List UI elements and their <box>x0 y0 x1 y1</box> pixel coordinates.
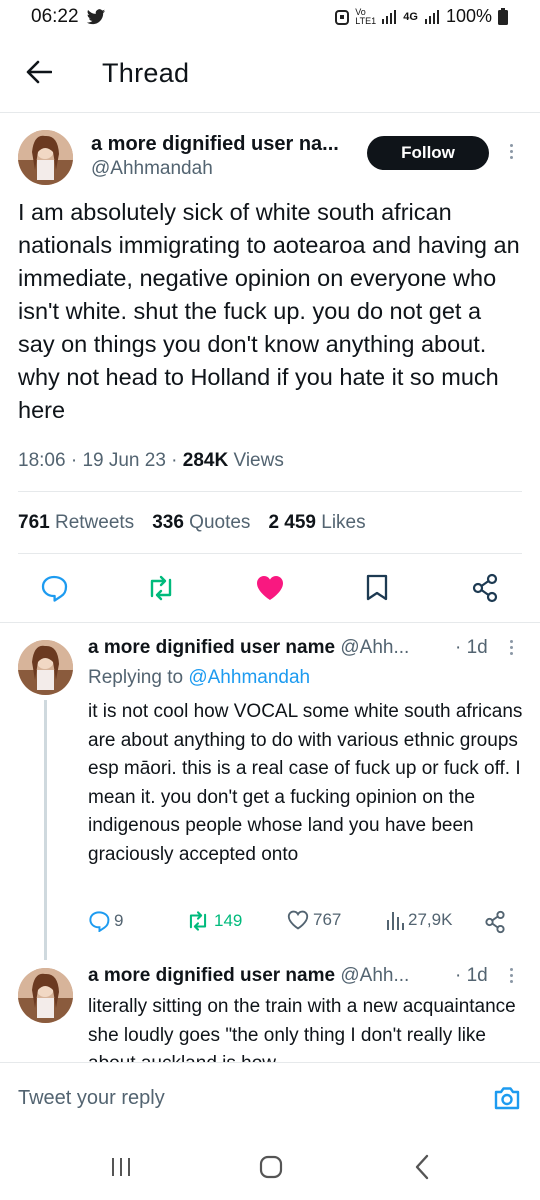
retweets-stat[interactable]: 761 Retweets <box>18 512 134 534</box>
signal-icon <box>382 9 397 24</box>
battery-percent: 100% <box>445 6 492 26</box>
more-options-icon[interactable] <box>510 144 513 159</box>
engagement-stats: 761 Retweets 336 Quotes 2 459 Likes <box>18 512 366 534</box>
back-arrow-icon[interactable] <box>26 60 52 84</box>
more-options-icon[interactable] <box>510 968 513 983</box>
page-title: Thread <box>102 58 190 88</box>
thread-line <box>44 700 47 960</box>
reply-actions: 9 149 767 27,9K <box>88 910 518 936</box>
views-icon <box>387 912 404 930</box>
reply-header: a more dignified user name @Ahh... <box>88 965 409 987</box>
replying-to: Replying to @Ahhmandah <box>88 667 311 688</box>
tweet-actions <box>0 568 540 608</box>
app-bar: Thread <box>0 34 540 113</box>
reply-header: a more dignified user name @Ahh... <box>88 637 409 659</box>
retweet-icon[interactable] <box>146 574 176 602</box>
reply-text: it is not cool how VOCAL some white sout… <box>88 701 523 865</box>
reply-input[interactable]: Tweet your reply <box>18 1087 165 1110</box>
reply-text: literally sitting on the train with a ne… <box>88 996 516 1063</box>
reply-icon[interactable] <box>40 574 68 602</box>
retweet-count[interactable]: 149 <box>186 910 242 932</box>
back-icon[interactable] <box>414 1154 430 1180</box>
recent-apps-icon[interactable] <box>110 1156 132 1178</box>
avatar[interactable] <box>18 640 73 695</box>
reply-composer[interactable]: Tweet your reply <box>0 1062 540 1137</box>
status-icons: Vo LTE1 4G 100% <box>335 6 508 27</box>
alarm-icon <box>335 9 350 25</box>
status-time: 06:22 <box>31 6 79 27</box>
author-handle[interactable]: @Ahhmandah <box>91 158 213 180</box>
like-count[interactable]: 767 <box>287 910 341 930</box>
system-nav-bar <box>0 1136 540 1200</box>
author-name[interactable]: a more dignified user na... <box>91 133 339 156</box>
camera-icon[interactable] <box>493 1085 521 1111</box>
reply-age: · 1d <box>455 965 488 986</box>
reply-author-name[interactable]: a more dignified user name <box>88 965 335 986</box>
network-type: 4G <box>403 10 418 23</box>
share-icon[interactable] <box>484 910 506 934</box>
tweet-time: 18:06 <box>18 450 66 471</box>
twitter-bird-icon <box>86 9 106 25</box>
divider <box>18 491 522 492</box>
tweet-date: 19 Jun 23 <box>82 450 166 471</box>
network-label: Vo LTE1 <box>355 6 377 26</box>
reply-author-handle[interactable]: @Ahh... <box>340 637 409 658</box>
replying-to-link[interactable]: @Ahhmandah <box>188 667 310 688</box>
more-options-icon[interactable] <box>510 640 513 655</box>
battery-icon <box>498 8 508 25</box>
reply-count[interactable]: 9 <box>88 910 123 932</box>
views-count: 284K <box>182 450 229 471</box>
retweet-icon <box>189 911 207 931</box>
home-icon[interactable] <box>259 1155 283 1179</box>
follow-button[interactable]: Follow <box>367 136 489 170</box>
divider <box>18 553 522 554</box>
like-outline-icon <box>287 910 309 930</box>
tweet-meta: 18:06 · 19 Jun 23 · 284K Views <box>18 450 284 471</box>
divider <box>0 622 540 623</box>
tweet-text: I am absolutely sick of white south afri… <box>18 199 520 423</box>
signal-icon-2 <box>424 9 439 24</box>
avatar[interactable] <box>18 130 73 185</box>
reply-icon <box>89 911 110 932</box>
reply-age: · 1d <box>455 637 488 658</box>
status-bar: 06:22 Vo LTE1 4G 100% <box>0 0 540 34</box>
like-icon[interactable] <box>256 575 284 601</box>
share-icon[interactable] <box>471 573 499 603</box>
likes-stat[interactable]: 2 459 Likes <box>268 512 365 534</box>
reply-author-handle[interactable]: @Ahh... <box>340 965 409 986</box>
views-label: Views <box>233 450 284 471</box>
reply-author-name[interactable]: a more dignified user name <box>88 637 335 658</box>
avatar[interactable] <box>18 968 73 1023</box>
quotes-stat[interactable]: 336 Quotes <box>152 512 250 534</box>
bookmark-icon[interactable] <box>366 574 388 602</box>
views-count[interactable]: 27,9K <box>386 910 452 930</box>
